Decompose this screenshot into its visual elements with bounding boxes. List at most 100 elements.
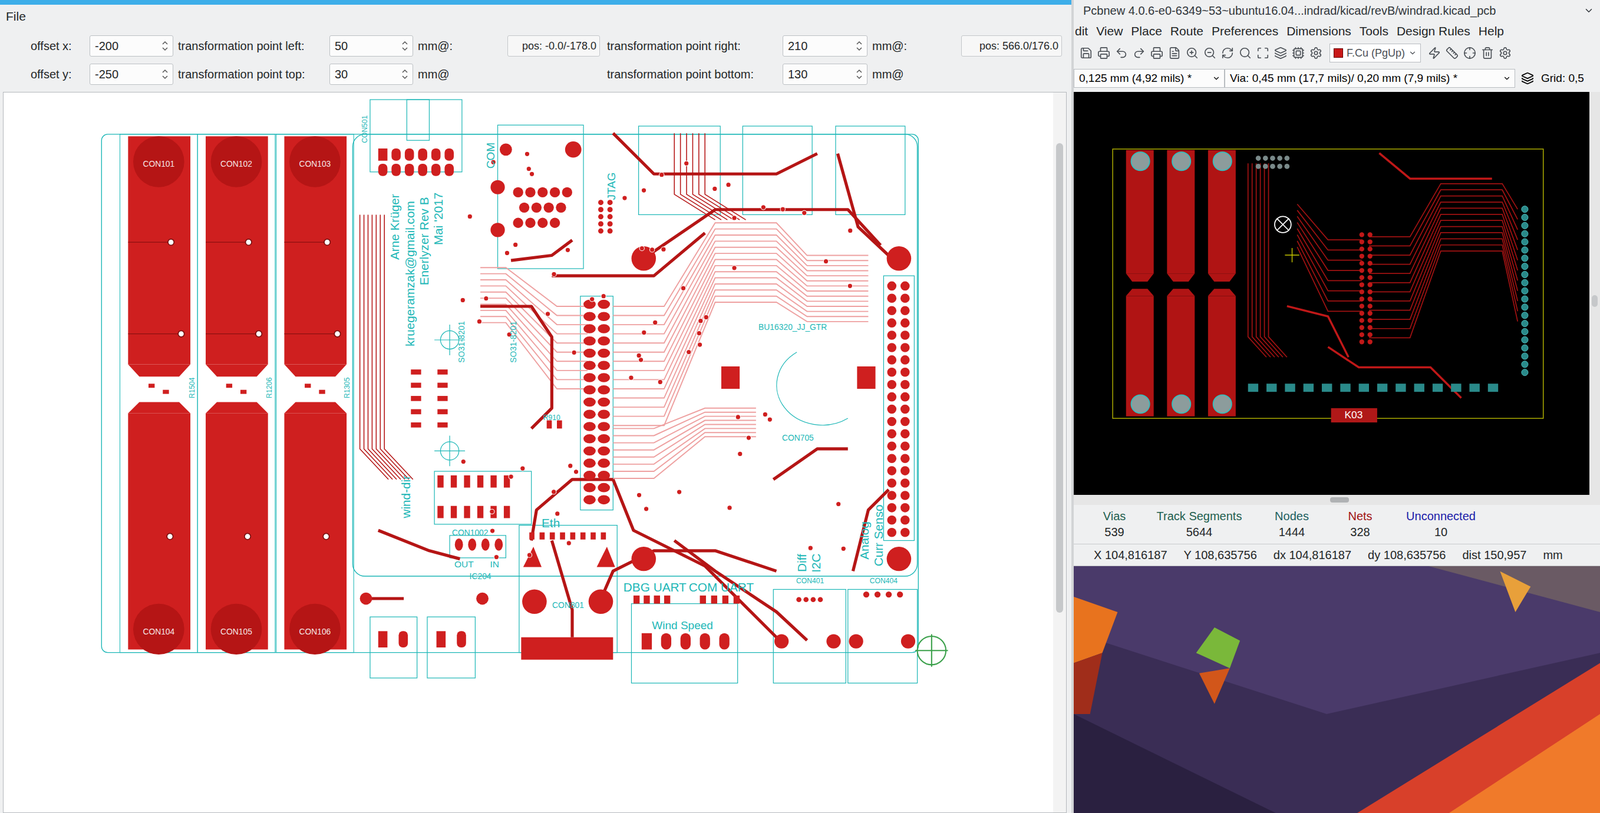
pcb-label: CON105: [220, 627, 253, 637]
tool-icon[interactable]: [1132, 46, 1146, 60]
stat-label: Unconnected: [1380, 509, 1502, 524]
tool-icon[interactable]: [1463, 46, 1477, 60]
via-size-select[interactable]: Via: 0,45 mm (17,7 mils)/ 0,20 mm (7,9 m…: [1224, 68, 1516, 88]
spin-box[interactable]: 30: [329, 63, 414, 85]
scroll-thumb[interactable]: [1330, 497, 1349, 503]
menu-item[interactable]: Tools: [1359, 24, 1389, 39]
vias: [460, 151, 853, 560]
tool-icon[interactable]: [1221, 46, 1235, 60]
chevron-icon: [1502, 74, 1512, 83]
menu-item[interactable]: Place: [1130, 24, 1163, 39]
tool-icon[interactable]: [1185, 46, 1199, 60]
pcb-label: Wind Speed: [651, 619, 714, 632]
pcb-label: Diff: [794, 553, 809, 573]
tool-icon[interactable]: [1274, 46, 1288, 60]
tool-icon[interactable]: [1256, 46, 1270, 60]
pcb-label: I2C: [809, 553, 823, 573]
pcb-label: IC204: [469, 571, 492, 582]
track-width-select[interactable]: 0,125 mm (4,92 mils) *: [1073, 68, 1225, 88]
pcb-label: wind-dir: [398, 475, 413, 520]
menu-item[interactable]: Preferences: [1211, 24, 1279, 39]
tool-icon[interactable]: [1498, 46, 1512, 60]
menu-item[interactable]: Route: [1170, 24, 1204, 39]
strip: [1208, 150, 1236, 417]
spin-arrows-icon[interactable]: [400, 67, 409, 81]
scrollbar[interactable]: [1589, 91, 1600, 496]
tool-icon[interactable]: [1203, 46, 1217, 60]
layer-select[interactable]: F.Cu (PgUp): [1329, 43, 1421, 63]
coordinate: X 104,816187: [1093, 548, 1168, 563]
spin-arrows-icon[interactable]: [160, 67, 170, 81]
spin-box[interactable]: 210: [782, 35, 868, 57]
scroll-thumb[interactable]: [1056, 143, 1064, 613]
tool-icon[interactable]: [1309, 46, 1323, 60]
spin-box[interactable]: -250: [89, 63, 174, 85]
pcb-canvas[interactable]: CON101CON102CON103CON104CON105CON106R150…: [3, 92, 1054, 813]
size-toolbar: 0,125 mm (4,92 mils) *Via: 0,45 mm (17,7…: [1073, 64, 1600, 92]
tool-icon[interactable]: [1097, 46, 1111, 60]
tool-icon[interactable]: [1238, 46, 1252, 60]
menu-item[interactable]: File: [5, 9, 26, 24]
scrollbar[interactable]: [1053, 92, 1067, 813]
spin-box[interactable]: 50: [329, 35, 414, 57]
board-view[interactable]: K03: [1073, 91, 1590, 496]
stat-value: 328: [1340, 525, 1381, 540]
chevron-icon[interactable]: [1583, 5, 1595, 16]
pcb-label: Curr Senso: [871, 504, 886, 567]
desktop: File offset x:-200transformation point le…: [0, 0, 1600, 813]
spin-arrows-icon[interactable]: [400, 39, 409, 53]
pcb-label: JTAG: [605, 172, 618, 200]
menu-item[interactable]: View: [1096, 24, 1123, 39]
pos-button[interactable]: pos: 566.0/176.0: [961, 35, 1062, 57]
spin-arrows-icon[interactable]: [855, 67, 864, 81]
tool-icon[interactable]: [1079, 46, 1093, 60]
pos-button[interactable]: pos: -0.0/-178.0: [507, 35, 600, 57]
pcb-label: Mai '2017: [431, 192, 445, 246]
grid-select[interactable]: Grid: 0,5: [1541, 71, 1585, 85]
stat-value: 539: [1073, 525, 1156, 540]
board-label: K03: [1344, 408, 1363, 421]
tool-icon[interactable]: [1427, 46, 1441, 60]
stat-value: 5644: [1155, 525, 1244, 540]
chevron-icon: [1408, 48, 1417, 58]
tool-icon[interactable]: [1114, 46, 1128, 60]
desktop-wallpaper: [1073, 566, 1600, 813]
drawing-area[interactable]: CON101CON102CON103CON104CON105CON106R150…: [3, 92, 1054, 813]
menu-item[interactable]: dit: [1074, 24, 1088, 39]
pcb-label: BU16320_JJ_GTR: [758, 322, 827, 332]
scroll-thumb[interactable]: [1591, 295, 1598, 308]
spin-box[interactable]: 130: [782, 63, 868, 85]
pcb-label: R910: [543, 413, 561, 422]
pcb-label: CON102: [220, 159, 253, 169]
pcb-label: COM UART: [688, 580, 755, 595]
tool-icon[interactable]: [1445, 46, 1459, 60]
spin-box[interactable]: -200: [89, 35, 174, 57]
transform-controls: offset x:-200transformation point left:5…: [0, 28, 1072, 90]
tool-icon[interactable]: [1168, 46, 1181, 60]
layer-swatch: [1333, 48, 1344, 58]
spin-arrows-icon[interactable]: [855, 39, 864, 53]
h-scrollbar[interactable]: [1073, 495, 1600, 506]
board-canvas[interactable]: K03: [1073, 91, 1600, 496]
spin-arrows-icon[interactable]: [160, 39, 170, 53]
tool-icon[interactable]: [1480, 46, 1494, 60]
pcb-label: SO31-8201: [508, 321, 519, 364]
pcb-label: Enerlyzer Rev B: [417, 196, 431, 286]
inner-traces: [480, 222, 869, 479]
tool-icon[interactable]: [1291, 46, 1305, 60]
menu-item[interactable]: Help: [1478, 24, 1504, 39]
strip: [1126, 150, 1154, 417]
point-label: transformation point right:: [602, 39, 783, 54]
menu-bar: dit View Place Route Preferences Dimensions To…: [1073, 21, 1600, 42]
pcb-label: CON501: [360, 114, 369, 143]
tool-icon[interactable]: [1150, 46, 1164, 60]
menu-item[interactable]: Design Rules: [1396, 24, 1471, 39]
preview-canvas: CON101CON102CON103CON104CON105CON106R150…: [2, 91, 1067, 813]
coordinate: dist 150,957: [1462, 548, 1527, 563]
stat-label: Track Segments: [1155, 509, 1244, 524]
pcb-label: CON705: [782, 433, 814, 443]
grid-icon[interactable]: [1521, 71, 1534, 85]
pcb-label: OUT: [454, 559, 474, 570]
menu-item[interactable]: Dimensions: [1286, 24, 1352, 39]
status-bar: X 104,816187Y 108,635756dx 104,816187dy …: [1073, 543, 1600, 567]
